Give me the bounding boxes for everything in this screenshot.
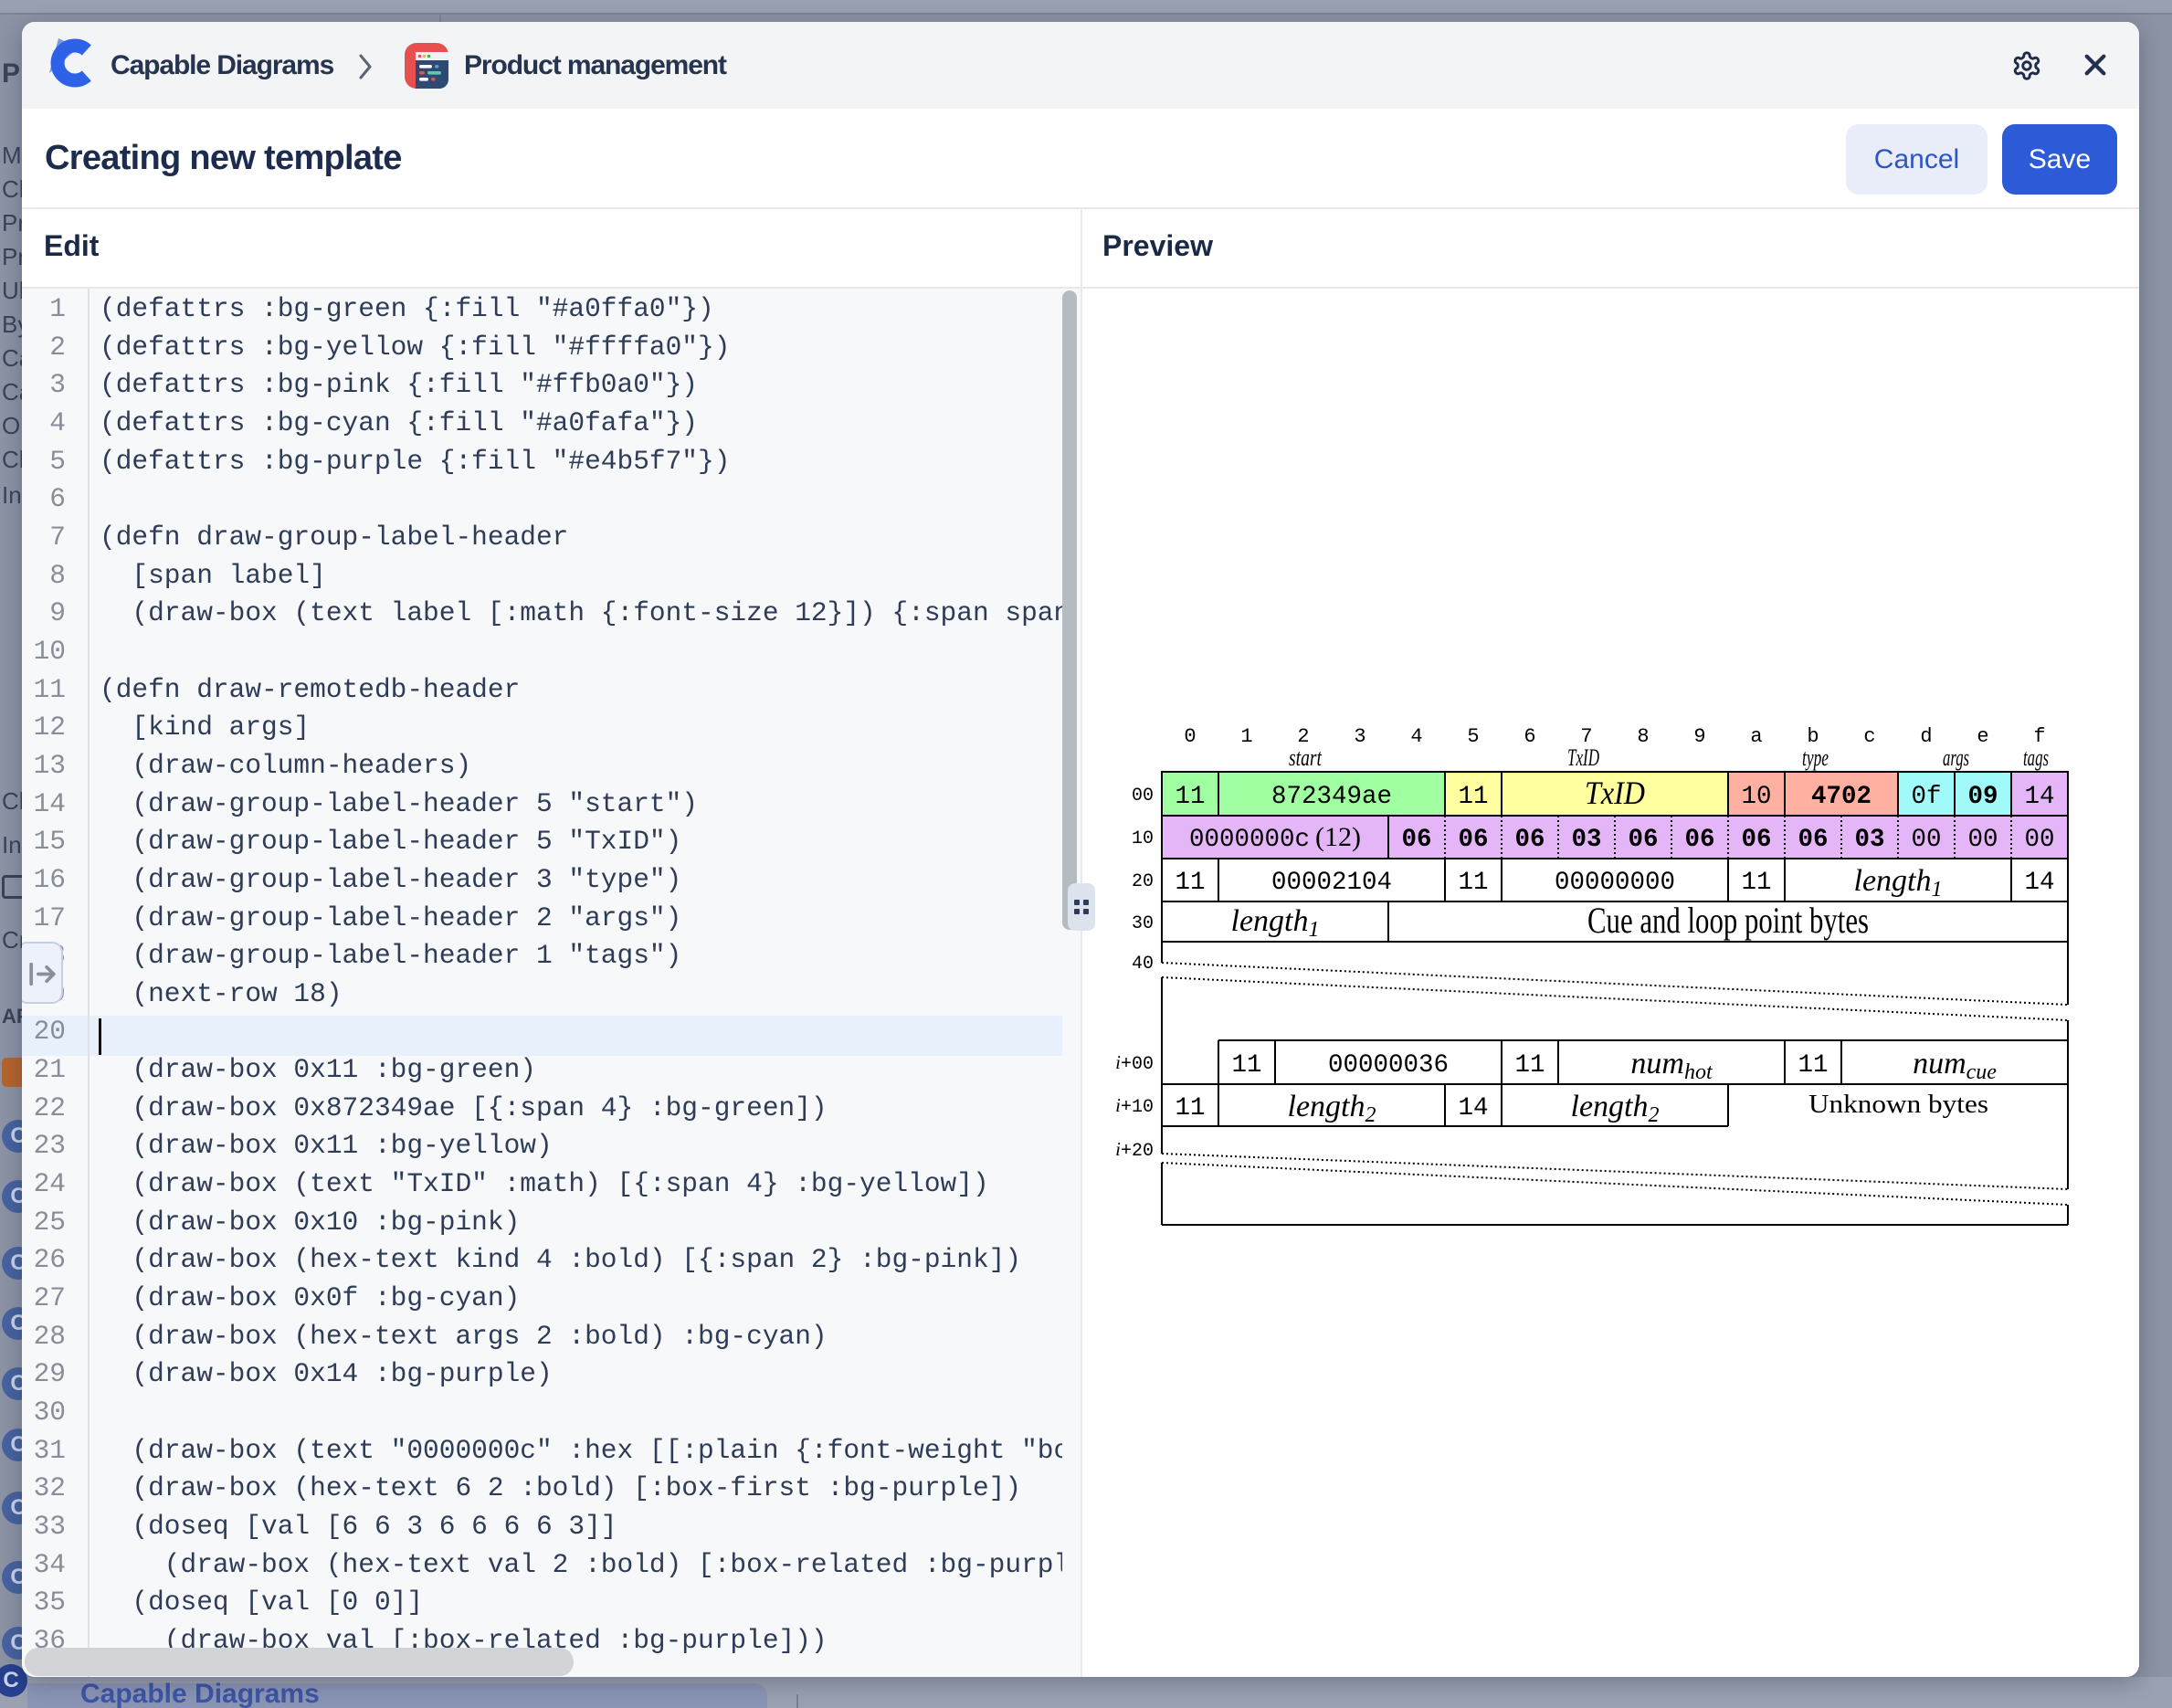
svg-text:00: 00 — [1911, 826, 1941, 854]
svg-text:4: 4 — [1410, 725, 1422, 748]
svg-text:10: 10 — [1132, 828, 1154, 849]
svg-text:11: 11 — [1175, 1094, 1205, 1123]
svg-text:09: 09 — [1967, 783, 1998, 811]
svg-text:0f: 0f — [1911, 783, 1941, 811]
svg-text:00002104: 00002104 — [1271, 869, 1392, 897]
svg-text:40: 40 — [1132, 954, 1154, 975]
svg-text:length2: length2 — [1288, 1090, 1376, 1127]
svg-text:Cue and loop point bytes: Cue and loop point bytes — [1587, 900, 1869, 941]
svg-text:14: 14 — [2024, 869, 2054, 897]
svg-text:11: 11 — [1458, 783, 1488, 811]
svg-text:Unknown bytes: Unknown bytes — [1808, 1090, 1988, 1119]
svg-text:9: 9 — [1693, 725, 1705, 748]
svg-text:14: 14 — [2024, 783, 2054, 811]
svg-text:03: 03 — [1854, 826, 1884, 854]
svg-text:1: 1 — [1240, 725, 1252, 748]
svg-text:20: 20 — [1132, 871, 1154, 892]
svg-text:06: 06 — [1628, 826, 1658, 854]
svg-text:11: 11 — [1514, 1051, 1545, 1080]
svg-text:i+10: i+10 — [1115, 1094, 1154, 1118]
svg-text:length1: length1 — [1854, 864, 1943, 901]
svg-text:872349ae: 872349ae — [1271, 783, 1392, 811]
svg-text:00000000: 00000000 — [1555, 869, 1675, 897]
svg-text:tags: tags — [2023, 744, 2049, 771]
svg-text:06: 06 — [1798, 826, 1828, 854]
svg-text:i+00: i+00 — [1115, 1051, 1154, 1075]
svg-text:c: c — [1863, 725, 1875, 748]
svg-text:length1: length1 — [1231, 904, 1320, 942]
svg-text:0: 0 — [1184, 725, 1196, 748]
svg-text:4702: 4702 — [1811, 783, 1872, 811]
svg-text:10: 10 — [1741, 783, 1771, 811]
svg-text:11: 11 — [1741, 869, 1771, 897]
svg-text:TxID: TxID — [1585, 775, 1645, 811]
svg-text:numcue: numcue — [1913, 1047, 1997, 1084]
svg-text:11: 11 — [1175, 783, 1205, 811]
svg-text:e: e — [1977, 725, 1988, 748]
svg-text:00: 00 — [1132, 785, 1154, 807]
svg-text:06: 06 — [1514, 826, 1545, 854]
svg-text:type: type — [1802, 744, 1829, 771]
svg-text:3: 3 — [1354, 725, 1365, 748]
svg-text:00000036: 00000036 — [1328, 1051, 1449, 1080]
svg-text:03: 03 — [1571, 826, 1601, 854]
svg-text:11: 11 — [1458, 869, 1488, 897]
svg-text:length2: length2 — [1571, 1090, 1660, 1127]
svg-text:06: 06 — [1401, 826, 1431, 854]
svg-text:args: args — [1943, 744, 1969, 771]
svg-text:14: 14 — [1458, 1094, 1488, 1123]
svg-text:11: 11 — [1231, 1051, 1261, 1080]
svg-text:11: 11 — [1798, 1051, 1828, 1080]
svg-text:00: 00 — [2024, 826, 2054, 854]
svg-text:start: start — [1289, 744, 1323, 771]
svg-text:6: 6 — [1524, 725, 1535, 748]
svg-text:8: 8 — [1637, 725, 1649, 748]
svg-text:TxID: TxID — [1567, 744, 1599, 771]
svg-text:5: 5 — [1467, 725, 1479, 748]
svg-text:i+20: i+20 — [1115, 1138, 1154, 1162]
svg-text:a: a — [1750, 725, 1762, 748]
svg-text:06: 06 — [1741, 826, 1771, 854]
svg-text:d: d — [1920, 725, 1932, 748]
svg-text:11: 11 — [1175, 869, 1205, 897]
svg-text:06: 06 — [1458, 826, 1488, 854]
svg-text:0000000c (12): 0000000c (12) — [1189, 822, 1361, 854]
svg-text:numhot: numhot — [1630, 1047, 1713, 1084]
svg-text:00: 00 — [1967, 826, 1998, 854]
svg-text:06: 06 — [1684, 826, 1714, 854]
svg-text:30: 30 — [1132, 913, 1154, 934]
